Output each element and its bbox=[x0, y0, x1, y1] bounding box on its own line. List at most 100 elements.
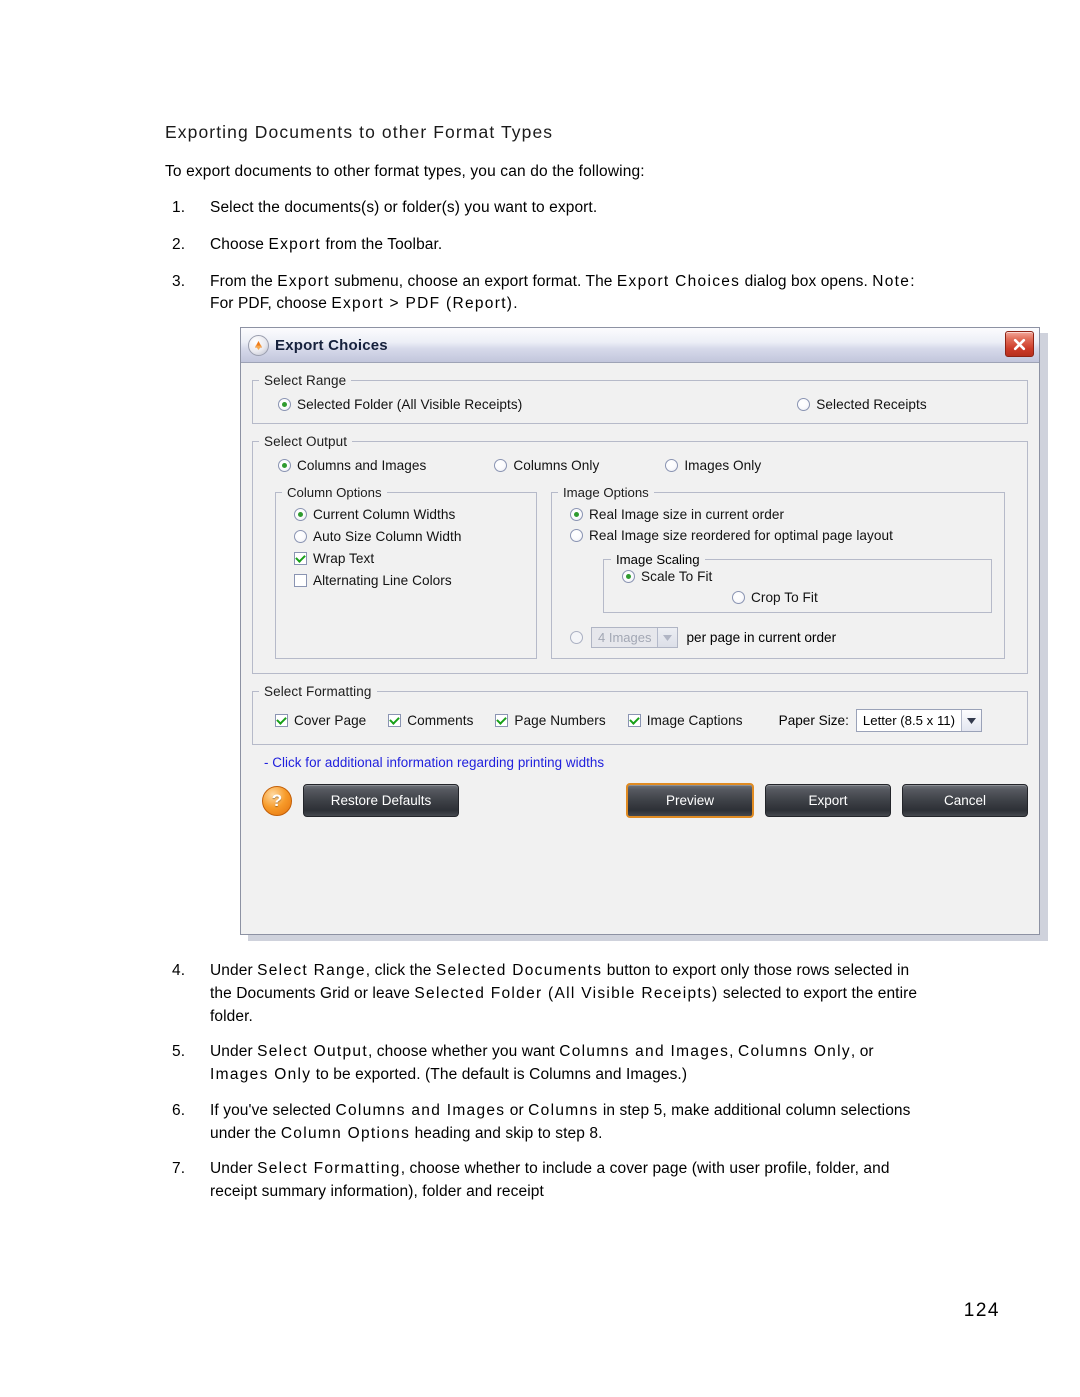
checkbox-label: Page Numbers bbox=[514, 713, 606, 728]
radio-icon-unselected bbox=[570, 529, 583, 542]
preview-button[interactable]: Preview bbox=[626, 783, 754, 818]
checkbox-page-numbers[interactable]: Page Numbers bbox=[495, 713, 606, 728]
body-text: or bbox=[505, 1101, 529, 1119]
body-text: from the Toolbar. bbox=[321, 235, 443, 253]
paper-size-control: Paper Size: Letter (8.5 x 11) bbox=[779, 709, 983, 732]
close-icon[interactable] bbox=[1005, 331, 1034, 357]
body-text: If you've selected bbox=[210, 1101, 336, 1119]
checkbox-alternating-line-colors[interactable]: Alternating Line Colors bbox=[294, 573, 536, 588]
radio-label: Real Image size in current order bbox=[589, 507, 785, 522]
body-text: , click the bbox=[365, 962, 436, 979]
help-question-icon[interactable]: ? bbox=[262, 785, 292, 816]
checkbox-wrap-text[interactable]: Wrap Text bbox=[294, 551, 536, 566]
radio-crop-to-fit[interactable]: Crop To Fit bbox=[732, 590, 991, 605]
list-item: 7. Under Select Formatting, choose whethe… bbox=[165, 1158, 930, 1204]
paper-size-select[interactable]: Letter (8.5 x 11) bbox=[855, 709, 983, 732]
checkbox-icon-checked bbox=[275, 714, 288, 727]
printing-widths-link[interactable]: - Click for additional information regar… bbox=[264, 755, 1028, 770]
emphasis-text: Select Output bbox=[257, 1043, 368, 1061]
radio-icon-unselected bbox=[797, 398, 811, 411]
body-text: dialog box opens. bbox=[740, 272, 873, 290]
list-item: 2. Choose Export from the Toolbar. bbox=[165, 234, 925, 257]
restore-defaults-button[interactable]: Restore Defaults bbox=[303, 784, 459, 817]
checkbox-image-captions[interactable]: Image Captions bbox=[627, 713, 743, 728]
radio-columns-and-images[interactable]: Columns and Images bbox=[278, 458, 426, 473]
images-per-page-value: 4 Images bbox=[598, 630, 652, 645]
image-options-legend: Image Options bbox=[563, 485, 649, 500]
radio-icon-unselected bbox=[665, 459, 679, 472]
emphasis-text: Images Only bbox=[210, 1066, 312, 1084]
radio-label: Crop To Fit bbox=[751, 590, 818, 605]
body-text: submenu, choose an export format. The bbox=[329, 272, 617, 290]
radio-scale-to-fit[interactable]: Scale To Fit bbox=[622, 569, 991, 584]
radio-icon-selected bbox=[278, 459, 291, 472]
radio-auto-size-column-width[interactable]: Auto Size Column Width bbox=[294, 529, 536, 544]
chevron-down-icon bbox=[961, 710, 982, 731]
body-text: From the bbox=[210, 272, 278, 290]
group-image-scaling: Image Scaling Scale To Fit Crop To Fit bbox=[603, 552, 992, 613]
intro-paragraph: To export documents to other format type… bbox=[165, 163, 645, 180]
radio-images-only[interactable]: Images Only bbox=[665, 458, 761, 473]
radio-icon-unselected bbox=[494, 459, 508, 472]
checkbox-comments[interactable]: Comments bbox=[388, 713, 473, 728]
checkbox-icon-checked bbox=[294, 552, 307, 565]
body-text: to be exported. (The default is Columns … bbox=[311, 1066, 688, 1084]
dialog-title: Export Choices bbox=[275, 336, 388, 354]
body-text: Choose bbox=[210, 235, 269, 253]
dialog-window: Export Choices Select Range Selected Fol… bbox=[240, 327, 1040, 935]
list-item-number: 5. bbox=[172, 1043, 186, 1061]
emphasis-text: Select Formatting bbox=[257, 1160, 401, 1178]
body-text: Under bbox=[210, 1043, 258, 1061]
radio-label: Real Image size reordered for optimal pa… bbox=[589, 528, 893, 543]
list-item: 4. Under Select Range, click the Selected… bbox=[165, 960, 930, 1028]
list-item: 5. Under Select Output, choose whether yo… bbox=[165, 1041, 930, 1087]
export-choices-dialog: Export Choices Select Range Selected Fol… bbox=[240, 327, 1048, 942]
radio-icon-selected bbox=[294, 508, 307, 521]
body-text: Under bbox=[210, 1160, 258, 1178]
checkbox-cover-page[interactable]: Cover Page bbox=[275, 713, 366, 728]
export-button[interactable]: Export bbox=[765, 784, 891, 817]
radio-selected-receipts[interactable]: Selected Receipts bbox=[797, 397, 927, 412]
dialog-body: Select Range Selected Folder (All Visibl… bbox=[241, 363, 1039, 935]
group-image-options: Image Options Real Image size in current… bbox=[551, 485, 1005, 659]
dialog-titlebar: Export Choices bbox=[241, 328, 1039, 363]
radio-real-image-reordered[interactable]: Real Image size reordered for optimal pa… bbox=[570, 528, 1004, 543]
checkbox-label: Cover Page bbox=[294, 713, 367, 728]
select-range-legend: Select Range bbox=[264, 373, 347, 388]
radio-icon-selected bbox=[622, 570, 635, 583]
radio-real-image-current-order[interactable]: Real Image size in current order bbox=[570, 507, 1004, 522]
button-label: Restore Defaults bbox=[330, 793, 432, 808]
radio-current-column-widths[interactable]: Current Column Widths bbox=[294, 507, 536, 522]
radio-icon-unselected bbox=[732, 591, 745, 604]
emphasis-text: Columns bbox=[528, 1101, 599, 1119]
group-column-options: Column Options Current Column Widths Aut… bbox=[275, 485, 537, 659]
chevron-down-icon bbox=[657, 628, 678, 647]
list-item-number: 7. bbox=[172, 1160, 186, 1178]
list-item-number: 3. bbox=[172, 272, 186, 290]
radio-label: Current Column Widths bbox=[313, 507, 456, 522]
body-text: Under bbox=[210, 962, 258, 979]
checkbox-label: Wrap Text bbox=[313, 551, 375, 566]
emphasis-text: Columns and Images bbox=[335, 1101, 506, 1119]
steps-list-lower: 4. Under Select Range, click the Selected… bbox=[165, 960, 930, 1204]
export-app-icon bbox=[248, 334, 269, 356]
paper-size-value: Letter (8.5 x 11) bbox=[862, 713, 956, 728]
radio-label: Selected Folder (All Visible Receipts) bbox=[297, 397, 523, 412]
body-text: , or bbox=[850, 1043, 874, 1061]
radio-columns-only[interactable]: Columns Only bbox=[494, 458, 599, 473]
button-label: Preview bbox=[665, 793, 714, 808]
emphasis-text: Note: bbox=[872, 272, 916, 290]
radio-selected-folder[interactable]: Selected Folder (All Visible Receipts) bbox=[278, 397, 522, 412]
page-number: 124 bbox=[963, 1300, 1000, 1321]
radio-icon-images-per-page[interactable] bbox=[570, 631, 583, 644]
checkbox-label: Comments bbox=[407, 713, 474, 728]
group-select-output: Select Output Columns and Images Columns… bbox=[252, 434, 1028, 674]
images-per-page-select[interactable]: 4 Images bbox=[591, 627, 679, 648]
list-item: 3. From the Export submenu, choose an exp… bbox=[165, 271, 925, 317]
steps-list-upper: 1. Select the documents(s) or folder(s) y… bbox=[165, 197, 925, 316]
checkbox-icon-checked bbox=[627, 714, 641, 727]
emphasis-text: Columns and Images bbox=[559, 1043, 730, 1061]
list-item-number: 1. bbox=[172, 199, 186, 216]
radio-label: Selected Receipts bbox=[816, 397, 927, 412]
cancel-button[interactable]: Cancel bbox=[902, 784, 1028, 817]
